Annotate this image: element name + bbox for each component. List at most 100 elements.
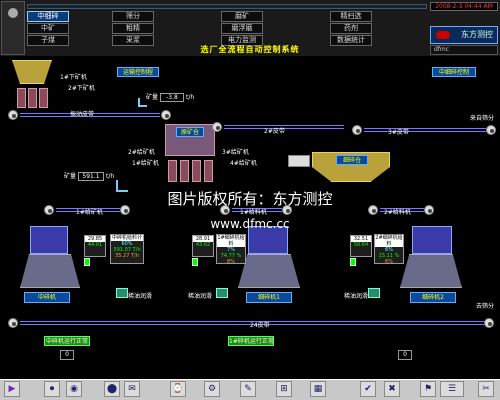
mill-right-panel-l3: 6% (385, 259, 393, 265)
toolbar-settings-icon[interactable]: ⚙ (204, 381, 220, 397)
toolbar-edit-icon[interactable]: ✎ (240, 381, 256, 397)
belt-drive-left-icon (8, 110, 18, 120)
toolbar-clock-icon[interactable]: ⌚ (170, 381, 186, 397)
feeder-belt-mid-label: 1#给料机 (240, 209, 267, 216)
feeder-3-label: 3#给矿机 (222, 149, 249, 156)
raw-feeder-1 (168, 160, 177, 182)
ore-feeder-2-label: 2#下矿机 (68, 85, 95, 92)
toolbar-table-icon[interactable]: ▦ (310, 381, 326, 397)
belt3-drive-icon (352, 125, 362, 135)
flow-gauge-icon (138, 98, 147, 107)
toolbar-play-icon[interactable]: ▶ (4, 381, 20, 397)
menu-item-middling[interactable]: 中矿 (27, 23, 69, 34)
brand-name: 东方测控 (461, 30, 493, 39)
lube-pump-mid-icon (216, 288, 228, 298)
ore-weight2-unit: t/h (106, 173, 115, 180)
belt2-drive-icon (212, 122, 222, 132)
mill-left-body (20, 254, 80, 288)
page-title: 选厂全流程自动控制系统 (200, 45, 300, 54)
fine-crusher-run-status-button[interactable]: 1#碎机运行正常 (228, 336, 274, 346)
feeder-belt-right-label: 2#给料机 (384, 209, 411, 216)
ore-weight-value: -3.8 (160, 93, 184, 102)
menu-item-regrind[interactable]: 磨浮磨 (221, 23, 263, 34)
toolbar-disk-icon[interactable]: ◉ (66, 381, 82, 397)
mill-right-head (412, 226, 452, 254)
menu-item-reagent[interactable]: 药剂 (330, 23, 372, 34)
mill-mid-mini-mid: 43.02 (195, 242, 211, 248)
mill-right-mini-mid: 50.64 (353, 242, 369, 248)
raw-ore-bin-label: 原矿仓 (176, 127, 204, 137)
belt-3 (364, 128, 486, 132)
crusher-run-status-button[interactable]: 中碎机运行正常 (44, 336, 90, 346)
feeder-belt-left-label: 1#给矿机 (76, 209, 103, 216)
feeder-2-label: 2#给矿机 (128, 149, 155, 156)
mill-left-label: 中碎机 (24, 292, 70, 303)
bottom-belt-label: 24皮带 (250, 322, 270, 329)
toolbar-grid-icon[interactable]: ⊞ (276, 381, 292, 397)
mill-right-panel: 2#细碎机给料 6% 15.11 % 6% (374, 234, 404, 265)
belt-3-label: 3#皮带 (388, 129, 409, 136)
alarm-status-bar (27, 4, 427, 9)
mill-mid-panel-l3: 8% (227, 259, 235, 265)
raw-feeder-2 (180, 160, 189, 182)
crusher-count-value: 0 (60, 350, 74, 360)
toolbar-close-icon[interactable]: ✖ (384, 381, 400, 397)
from-screen-label: 来自筛分 (470, 115, 495, 122)
ore-weight-unit: t/h (186, 94, 195, 101)
mill-mid-label: 细碎机1 (246, 292, 292, 303)
belt3-end-icon (486, 125, 496, 135)
raw-feeder-3 (192, 160, 201, 182)
toolbar-cut-icon[interactable]: ✂ (478, 381, 494, 397)
feeder-4-label: 4#给矿机 (230, 160, 257, 167)
mill-left-panel-l3: 35.27 T/h (115, 253, 139, 259)
menu-item-rough[interactable]: 粗精 (112, 23, 154, 34)
mill-right-label: 细碎机2 (410, 292, 456, 303)
app-logo-icon[interactable] (1, 1, 25, 55)
flow-gauge2-icon (116, 180, 128, 192)
menu-item-crushing[interactable]: 中细碎 (27, 11, 69, 22)
vibrating-belt-label: 振动皮带 (70, 111, 95, 118)
lube-left-label: 稀油润滑 (128, 293, 153, 300)
toolbar-camera-icon[interactable]: ⬤ (104, 381, 120, 397)
mill-mid-body (238, 254, 300, 288)
menu-item-coal[interactable]: 子煤 (27, 35, 69, 46)
toolbar-mail-icon[interactable]: ✉ (124, 381, 140, 397)
mill-right-panel-title: 2#细碎机给料 (375, 235, 403, 247)
belt-row-left-icon (44, 205, 54, 215)
ore-weight-label: 矿量 (146, 94, 159, 101)
lube-mid-label: 稀油润滑 (188, 293, 213, 300)
ore-feeder-1-label: 1#下矿机 (60, 74, 87, 81)
fine-ore-bin-label: 细碎仓 (336, 155, 368, 165)
belt-2-label: 2#皮带 (264, 128, 285, 135)
lube-right-label: 稀油润滑 (344, 293, 369, 300)
menu-item-screening[interactable]: 筛分 (112, 11, 154, 22)
menu-item-grinding[interactable]: 磨矿 (221, 11, 263, 22)
mill-right-indicator (350, 258, 356, 266)
user-name: dfmc (430, 45, 498, 55)
transport-control-button[interactable]: 运输控制程 (117, 67, 159, 77)
dust-collector-icon (288, 155, 310, 167)
toolbar-check-icon[interactable]: ✔ (360, 381, 376, 397)
bottom-belt-left-icon (8, 318, 18, 328)
lube-pump-left-icon (116, 288, 128, 298)
brand-logo-icon (436, 31, 450, 39)
crushing-control-button[interactable]: 中细碎控制 (432, 67, 476, 77)
toolbar-flag-icon[interactable]: ⚑ (420, 381, 436, 397)
toolbar-menu-icon[interactable]: ☰ (440, 381, 464, 397)
datetime-display: 2008-2-3 04:44 AM (430, 2, 498, 11)
watermark-url: www.dfmc.cc (210, 217, 290, 231)
mill-mid-panel: 1#细碎机给料 7% 74.77 % 8% (216, 234, 246, 265)
mill-left-mini-panel: 29.85 44.01 (84, 235, 106, 257)
mill-right-mini-panel: 32.51 50.64 (350, 235, 372, 257)
mill-left-indicator (84, 258, 90, 266)
mill-right-body (400, 254, 462, 288)
toolbar-record-icon[interactable]: ⏺ (44, 381, 60, 397)
feeder-bin-3 (39, 88, 48, 108)
feeder-1-label: 1#给矿机 (132, 160, 159, 167)
lube-pump-right-icon (368, 288, 380, 298)
menu-item-flotation[interactable]: 精扫选 (330, 11, 372, 22)
mill-mid-mini-panel: 28.91 43.02 (192, 235, 214, 257)
belt-row-right-end-icon (424, 205, 434, 215)
fine-crusher-count-value: 0 (398, 350, 412, 360)
raw-feeder-4 (204, 160, 213, 182)
